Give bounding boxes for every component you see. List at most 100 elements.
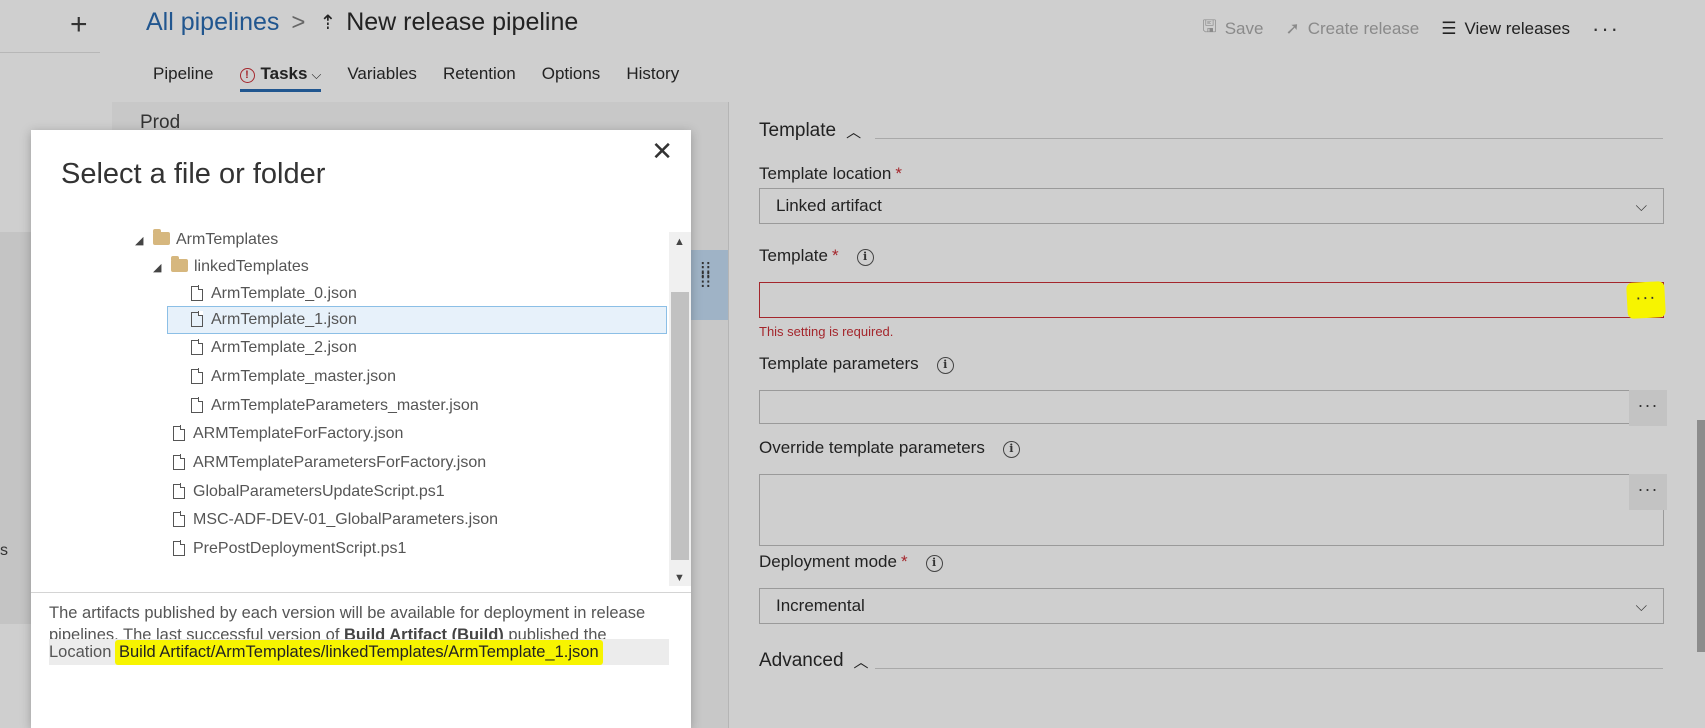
label-text: Deployment mode — [759, 552, 897, 571]
rail-divider — [0, 52, 100, 53]
list-icon: ☰ — [1441, 18, 1457, 38]
tree-item-label: ARMTemplateForFactory.json — [193, 425, 404, 442]
deployment-mode-label: Deployment mode * i — [759, 552, 943, 572]
drag-handle-icon[interactable]: ⁞⁞ ⁞⁞ — [700, 261, 711, 291]
tree-item-label: ARMTemplateParametersForFactory.json — [193, 454, 487, 471]
create-release-label: Create release — [1307, 18, 1420, 38]
required-mark: * — [831, 246, 839, 265]
save-button[interactable]: 🖫 Save — [1202, 14, 1263, 43]
tab-retention[interactable]: Retention — [430, 64, 529, 92]
file-icon — [173, 511, 186, 527]
tab-history[interactable]: History — [613, 64, 692, 92]
template-section-header[interactable]: Template ︿ — [759, 120, 861, 142]
tree-file[interactable]: ARMTemplateForFactory.json — [173, 420, 403, 448]
tree-item-label: ArmTemplateParameters_master.json — [211, 397, 479, 414]
tree-file[interactable]: PrePostDeploymentScript.ps1 — [173, 535, 406, 563]
dialog-title: Select a file or folder — [61, 158, 326, 190]
info-icon[interactable]: i — [936, 357, 954, 374]
location-path: Build Artifact/ArmTemplates/linkedTempla… — [115, 639, 603, 665]
label-text: Template location — [759, 164, 892, 183]
tree-folder-armtemplates[interactable]: ◢ ArmTemplates — [135, 226, 278, 254]
template-location-select[interactable]: Linked artifact ⌵ — [759, 188, 1664, 224]
chevron-down-icon: ⌵ — [1635, 197, 1647, 215]
close-icon[interactable]: ✕ — [651, 136, 673, 167]
template-error-message: This setting is required. — [759, 324, 894, 339]
view-releases-button[interactable]: ☰ View releases — [1441, 19, 1570, 39]
dialog-divider — [31, 592, 691, 593]
scroll-down-icon[interactable]: ▼ — [674, 572, 685, 584]
task-settings-panel: Template ︿ Template location * Linked art… — [728, 102, 1705, 728]
tree-file-selected[interactable]: ArmTemplate_1.json — [167, 306, 667, 334]
advanced-section-header[interactable]: Advanced ︿ — [759, 650, 869, 672]
required-mark: * — [895, 164, 902, 183]
tree-file[interactable]: ArmTemplateParameters_master.json — [191, 392, 479, 420]
folder-icon — [171, 255, 188, 272]
override-parameters-browse-button[interactable]: ··· — [1629, 474, 1667, 510]
tab-label: Tasks — [260, 64, 308, 83]
file-icon — [173, 540, 186, 556]
toolbar: 🖫 Save ➚ Create release ☰ View releases … — [1202, 14, 1620, 43]
create-release-button[interactable]: ➚ Create release — [1285, 19, 1419, 39]
collapse-triangle-icon[interactable]: ◢ — [153, 261, 165, 274]
collapse-triangle-icon[interactable]: ◢ — [135, 234, 147, 247]
tree-item-label: ArmTemplate_2.json — [211, 339, 357, 356]
tree-file[interactable]: GlobalParametersUpdateScript.ps1 — [173, 478, 445, 506]
scrollbar-thumb[interactable] — [671, 292, 689, 560]
info-icon[interactable]: i — [856, 249, 874, 266]
tab-label: Options — [541, 64, 601, 83]
plus-icon[interactable]: + — [70, 8, 88, 42]
chevron-down-icon: ⌵ — [311, 67, 322, 82]
folder-icon — [153, 228, 170, 245]
tree-file[interactable]: ArmTemplate_master.json — [191, 363, 396, 391]
tab-label: History — [626, 64, 680, 83]
tree-item-label: PrePostDeploymentScript.ps1 — [193, 540, 407, 557]
template-parameters-input[interactable] — [759, 390, 1664, 424]
label-text: Template — [759, 246, 828, 265]
tab-tasks[interactable]: ! Tasks ⌵ — [227, 64, 335, 92]
tree-file[interactable]: MSC-ADF-DEV-01_GlobalParameters.json — [173, 506, 498, 534]
tab-variables[interactable]: Variables — [334, 64, 430, 92]
chevron-up-icon: ︿ — [846, 123, 862, 141]
template-parameters-browse-button[interactable]: ··· — [1629, 390, 1667, 426]
panel-scrollbar[interactable] — [1697, 102, 1705, 728]
file-icon — [173, 483, 186, 499]
tree-item-label: linkedTemplates — [194, 258, 309, 275]
scroll-up-icon[interactable]: ▲ — [674, 236, 685, 248]
override-parameters-input[interactable] — [759, 474, 1664, 546]
file-icon — [191, 285, 204, 301]
label-text: Template parameters — [759, 354, 919, 373]
tab-pipeline[interactable]: Pipeline — [140, 64, 227, 92]
tree-file[interactable]: ArmTemplate_0.json — [191, 280, 357, 308]
page-title[interactable]: New release pipeline — [346, 8, 578, 37]
pipeline-icon: ⇡ — [319, 12, 337, 34]
info-icon[interactable]: i — [925, 555, 943, 572]
section-title: Advanced — [759, 650, 844, 671]
info-icon[interactable]: i — [1002, 441, 1020, 458]
breadcrumb-separator: > — [291, 8, 306, 36]
tree-file[interactable]: ARMTemplateParametersForFactory.json — [173, 449, 486, 477]
breadcrumb-all-pipelines[interactable]: All pipelines — [146, 8, 279, 37]
tree-viewport: ◢ ArmTemplates ◢ linkedTemplates ArmTempla… — [61, 226, 671, 586]
template-browse-button[interactable]: ··· — [1626, 281, 1666, 319]
tree-folder-linkedtemplates[interactable]: ◢ linkedTemplates — [153, 253, 309, 281]
tree-scrollbar[interactable]: ▲ ▼ — [669, 232, 691, 586]
rocket-icon: ➚ — [1285, 18, 1300, 38]
tree-item-label: ArmTemplate_1.json — [211, 311, 357, 328]
location-row: Location Build Artifact/ArmTemplates/lin… — [49, 639, 669, 665]
breadcrumb: All pipelines > ⇡ New release pipeline — [146, 8, 578, 37]
tab-options[interactable]: Options — [529, 64, 614, 92]
tree-file[interactable]: ArmTemplate_2.json — [191, 334, 357, 362]
chevron-down-icon: ⌵ — [1635, 597, 1647, 615]
scrollbar-thumb[interactable] — [1697, 420, 1705, 652]
template-input[interactable] — [759, 282, 1664, 318]
section-divider — [875, 138, 1663, 139]
deployment-mode-select[interactable]: Incremental ⌵ — [759, 588, 1664, 624]
more-actions-button[interactable]: ··· — [1592, 16, 1620, 42]
file-icon — [191, 368, 204, 384]
override-parameters-label: Override template parameters i — [759, 438, 1020, 458]
tree-item-label: MSC-ADF-DEV-01_GlobalParameters.json — [193, 511, 498, 528]
page-header: All pipelines > ⇡ New release pipeline 🖫… — [112, 0, 1705, 102]
select-value: Linked artifact — [776, 196, 882, 215]
template-label: Template * i — [759, 246, 874, 266]
tab-label: Pipeline — [153, 64, 214, 83]
